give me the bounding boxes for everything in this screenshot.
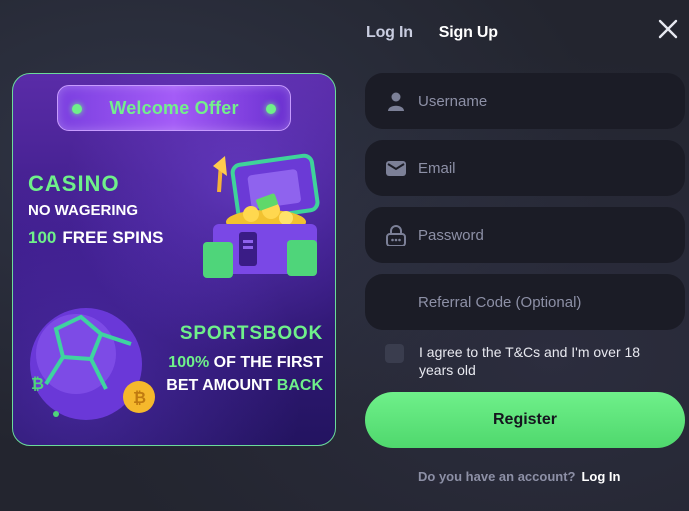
free-spins-count: 100 — [28, 228, 57, 247]
sportsbook-percent: 100% — [168, 354, 210, 371]
email-field[interactable] — [365, 140, 685, 196]
svg-text:₿: ₿ — [31, 375, 44, 393]
casino-title: CASINO — [28, 171, 120, 196]
have-account-text: Do you have an account? — [418, 469, 576, 484]
password-field[interactable] — [365, 207, 685, 263]
register-button[interactable]: Register — [365, 392, 685, 448]
user-icon — [388, 92, 404, 111]
lock-icon — [386, 225, 406, 246]
login-link[interactable]: Log In — [581, 469, 620, 484]
password-input[interactable] — [418, 207, 673, 263]
close-button[interactable] — [655, 16, 681, 42]
svg-text:₿: ₿ — [133, 389, 146, 407]
sportsbook-line1-rest: OF THE FIRST — [209, 354, 323, 371]
terms-checkbox[interactable] — [385, 344, 404, 363]
auth-tabs: Log In Sign Up — [366, 24, 498, 42]
referral-input[interactable] — [418, 274, 673, 330]
username-field[interactable] — [365, 73, 685, 129]
badge-dot-right — [266, 104, 276, 114]
tab-signup[interactable]: Sign Up — [439, 24, 498, 42]
sportsbook-title: SPORTSBOOK — [179, 323, 323, 344]
referral-field[interactable] — [365, 274, 685, 330]
casino-no-wagering: NO WAGERING — [28, 202, 139, 219]
free-spins-label: FREE SPINS — [62, 228, 164, 247]
tab-login[interactable]: Log In — [366, 24, 413, 42]
welcome-offer-label: Welcome Offer — [109, 97, 239, 118]
sportsbook-line2-a: BET AMOUNT — [166, 377, 277, 394]
close-icon — [658, 19, 678, 39]
email-input[interactable] — [418, 140, 673, 196]
sportsbook-line2-b: BACK — [276, 377, 323, 394]
username-input[interactable] — [418, 73, 673, 129]
have-account-prompt: Do you have an account? Log In — [418, 469, 620, 484]
badge-dot-left — [72, 104, 82, 114]
terms-agreement: I agree to the T&Cs and I'm over 18 year… — [385, 343, 675, 379]
mail-icon — [386, 161, 406, 176]
sportsbook-line1: 100% OF THE FIRST — [168, 354, 323, 372]
treasure-chest-icon — [203, 153, 320, 278]
terms-label: I agree to the T&Cs and I'm over 18 year… — [419, 344, 641, 378]
casino-free-spins: 100 FREE SPINS — [28, 228, 163, 248]
soccer-ball-icon: ₿ ₿ — [30, 308, 155, 420]
sportsbook-line2: BET AMOUNT BACK — [166, 377, 323, 395]
welcome-offer-card: Welcome Offer CASINO NO WAGERING 100 FREE… — [12, 73, 336, 446]
welcome-offer-badge: Welcome Offer — [57, 85, 291, 131]
